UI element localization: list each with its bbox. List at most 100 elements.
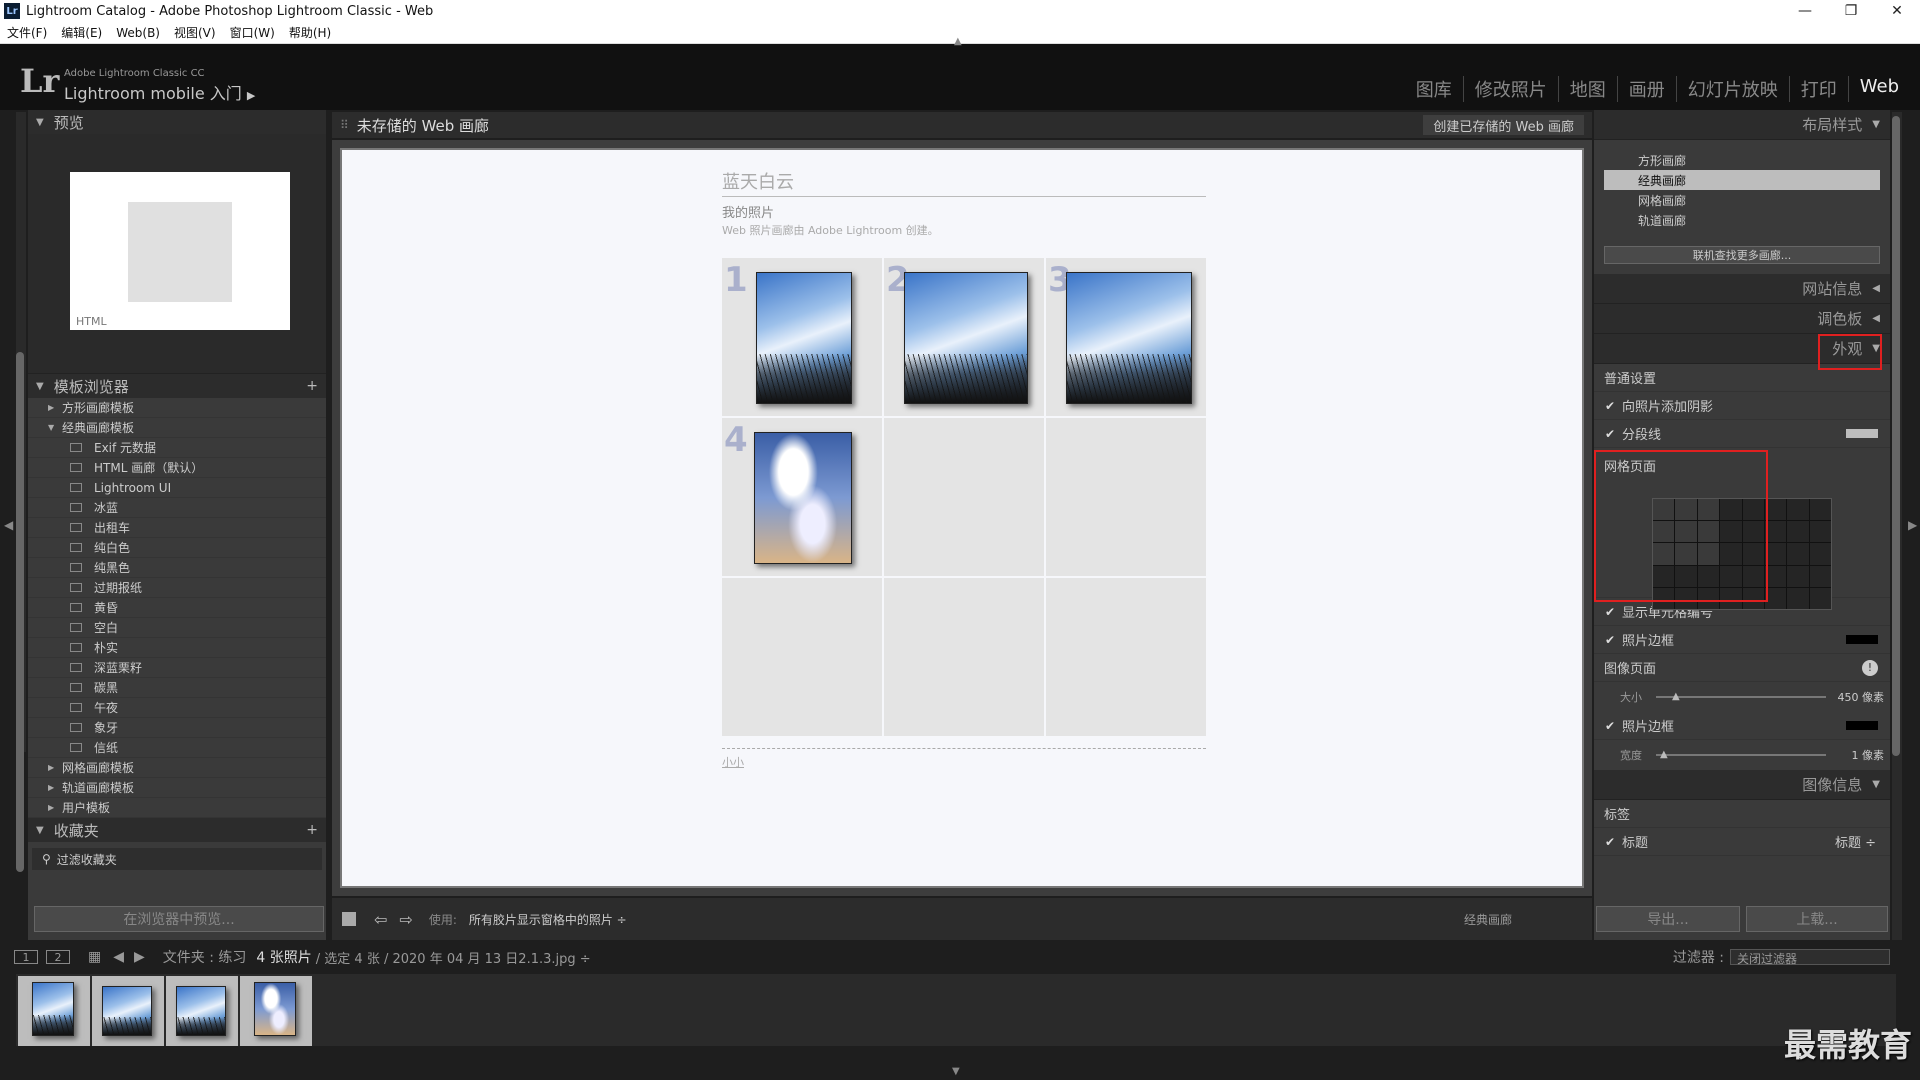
back-arrow-icon[interactable]: ◀	[113, 949, 124, 965]
filter-select[interactable]: 关闭过滤器	[1730, 949, 1890, 966]
photo-borders-option[interactable]: ✔ 照片边框	[1594, 626, 1890, 654]
right-scrollbar[interactable]	[1892, 112, 1902, 940]
grid-cell[interactable]: 3	[1046, 258, 1206, 416]
minimize-icon[interactable]: —	[1782, 0, 1828, 22]
module-map[interactable]: 地图	[1557, 76, 1617, 102]
export-button[interactable]: 导出...	[1596, 906, 1740, 932]
collapse-bottom-icon[interactable]: ▼	[952, 1066, 960, 1077]
width-slider-knob[interactable]: ▲	[1660, 749, 1668, 760]
photo-thumbnail[interactable]	[1066, 272, 1192, 404]
window-1-button[interactable]: 1	[14, 950, 38, 964]
menu-edit[interactable]: 编辑(E)	[54, 24, 109, 41]
menu-web[interactable]: Web(B)	[109, 26, 167, 40]
menu-view[interactable]: 视图(V)	[167, 24, 223, 41]
checkbox-checked-icon[interactable]: ✔	[1604, 719, 1616, 733]
title-option[interactable]: ✔ 标题 标题 ÷	[1594, 828, 1890, 856]
preview-header[interactable]: ▼ 预览	[28, 110, 326, 134]
add-collection-icon[interactable]: +	[306, 822, 318, 838]
filmstrip-thumb[interactable]	[92, 976, 164, 1046]
left-scrollbar[interactable]	[16, 112, 26, 872]
right-scroll-thumb[interactable]	[1892, 116, 1900, 756]
photo-thumbnail[interactable]	[904, 272, 1028, 404]
menu-window[interactable]: 窗口(W)	[223, 24, 282, 41]
grid-cell[interactable]: 1	[722, 258, 882, 416]
image-border-color-swatch[interactable]	[1846, 721, 1878, 730]
menu-file[interactable]: 文件(F)	[0, 24, 54, 41]
layout-classic[interactable]: 经典画廊	[1604, 170, 1880, 190]
section-lines-option[interactable]: ✔ 分段线	[1594, 420, 1890, 448]
template-item[interactable]: 出租车	[28, 518, 326, 538]
left-scroll-thumb[interactable]	[16, 352, 24, 872]
restore-icon[interactable]: ❐	[1828, 0, 1874, 22]
template-item[interactable]: 深蓝栗籽	[28, 658, 326, 678]
filter-collections-input[interactable]: ⚲ 过滤收藏夹	[32, 848, 322, 870]
site-info-header[interactable]: 网站信息 ◀	[1594, 274, 1890, 304]
template-item[interactable]: 纯白色	[28, 538, 326, 558]
upload-button[interactable]: 上载...	[1746, 906, 1888, 932]
info-icon[interactable]: !	[1862, 659, 1878, 676]
grid-view-icon[interactable]: ▦	[88, 949, 101, 965]
add-shadow-option[interactable]: ✔ 向照片添加阴影	[1594, 392, 1890, 420]
color-palette-header[interactable]: 调色板 ◀	[1594, 304, 1890, 334]
stop-icon[interactable]	[342, 912, 356, 926]
module-develop[interactable]: 修改照片	[1462, 76, 1558, 102]
checkbox-checked-icon[interactable]: ✔	[1604, 399, 1616, 413]
preview-in-browser-button[interactable]: 在浏览器中预览...	[34, 906, 324, 932]
footer-link[interactable]: 小小	[722, 754, 744, 770]
menu-help[interactable]: 帮助(H)	[282, 24, 338, 41]
template-item[interactable]: 信纸	[28, 738, 326, 758]
image-info-header[interactable]: 图像信息 ▼	[1594, 770, 1890, 800]
template-item[interactable]: Exif 元数据	[28, 438, 326, 458]
site-subtitle[interactable]: 我的照片	[722, 202, 774, 221]
width-value[interactable]: 1 像素	[1852, 747, 1885, 763]
site-description[interactable]: Web 照片画廊由 Adobe Lightroom 创建。	[722, 222, 939, 238]
close-icon[interactable]: ✕	[1874, 0, 1920, 22]
filmstrip-thumb[interactable]	[18, 976, 90, 1046]
module-book[interactable]: 画册	[1616, 76, 1676, 102]
template-item[interactable]: 朴实	[28, 638, 326, 658]
template-item[interactable]: 空白	[28, 618, 326, 638]
grid-cell[interactable]: 4	[722, 418, 882, 576]
layout-grid[interactable]: 网格画廊	[1604, 190, 1880, 210]
checkbox-checked-icon[interactable]: ✔	[1604, 633, 1616, 647]
checkbox-checked-icon[interactable]: ✔	[1604, 605, 1616, 619]
template-item[interactable]: Lightroom UI	[28, 478, 326, 498]
template-item[interactable]: 过期报纸	[28, 578, 326, 598]
use-select[interactable]: 所有胶片显示窗格中的照片 ÷	[469, 911, 627, 928]
size-slider-track[interactable]	[1656, 696, 1826, 698]
forward-arrow-icon[interactable]: ▶	[134, 949, 145, 965]
template-folder-track[interactable]: ▶ 轨道画廊模板	[28, 778, 326, 798]
prev-arrow-icon[interactable]: ⇦	[374, 910, 387, 929]
checkbox-checked-icon[interactable]: ✔	[1604, 427, 1616, 441]
layout-style-header[interactable]: 布局样式 ▼	[1594, 110, 1890, 140]
checkbox-checked-icon[interactable]: ✔	[1604, 835, 1616, 849]
site-title[interactable]: 蓝天白云	[722, 168, 1206, 197]
template-item[interactable]: 冰蓝	[28, 498, 326, 518]
folder-path[interactable]: 文件夹 : 练习	[163, 947, 247, 967]
size-slider-knob[interactable]: ▲	[1672, 691, 1680, 702]
template-item[interactable]: 碳黑	[28, 678, 326, 698]
template-item[interactable]: 午夜	[28, 698, 326, 718]
width-slider-track[interactable]	[1656, 754, 1826, 756]
template-folder-user[interactable]: ▶ 用户模板	[28, 798, 326, 818]
module-library[interactable]: 图库	[1405, 76, 1463, 102]
layout-square[interactable]: 方形画廊	[1604, 150, 1880, 170]
template-item[interactable]: HTML 画廊（默认）	[28, 458, 326, 478]
module-print[interactable]: 打印	[1788, 76, 1848, 102]
template-browser-header[interactable]: ▼ 模板浏览器 +	[28, 374, 326, 398]
collapse-top-icon[interactable]: ▲	[954, 36, 962, 47]
find-more-galleries-button[interactable]: 联机查找更多画廊...	[1604, 246, 1880, 264]
module-web[interactable]: Web	[1847, 76, 1910, 102]
window-2-button[interactable]: 2	[46, 950, 70, 964]
template-item[interactable]: 象牙	[28, 718, 326, 738]
collections-header[interactable]: ▼ 收藏夹 +	[28, 818, 326, 842]
size-value[interactable]: 450 像素	[1838, 689, 1885, 705]
title-select[interactable]: 标题 ÷	[1835, 832, 1876, 851]
template-folder-square[interactable]: ▶ 方形画廊模板	[28, 398, 326, 418]
template-item[interactable]: 黄昏	[28, 598, 326, 618]
selection-info[interactable]: / 选定 4 张 / 2020 年 04 月 13 日2.1.3.jpg ÷	[316, 948, 591, 967]
add-template-icon[interactable]: +	[306, 378, 318, 394]
right-panel-toggle-icon[interactable]: ▶	[1908, 518, 1917, 532]
template-folder-grid[interactable]: ▶ 网格画廊模板	[28, 758, 326, 778]
photo-thumbnail[interactable]	[754, 432, 852, 564]
